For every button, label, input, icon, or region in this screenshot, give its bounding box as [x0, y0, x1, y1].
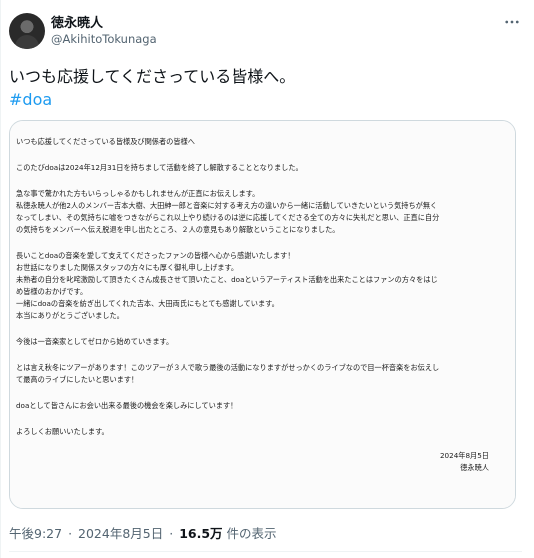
- document-line: 私徳永暁人が他2人のメンバー吉本大樹、大田紳一郎と音楽に対する考え方の違いから一…: [16, 201, 438, 210]
- author-handle[interactable]: @AkihitoTokunaga: [51, 32, 157, 46]
- tweet-time[interactable]: 午後9:27: [9, 526, 62, 541]
- tweet-text: いつも応援してくださっている皆様へ。: [9, 67, 296, 86]
- attached-image[interactable]: いつも応援してくださっている皆様及び関係者の皆様へ このたびdoaは2024年1…: [9, 120, 516, 509]
- meta-separator: ·: [169, 526, 174, 541]
- document-line: 長いことdoaの音楽を愛して支えてくださったファンの皆様へ心から感謝いたします！: [16, 251, 295, 260]
- hashtag-link[interactable]: #doa: [9, 89, 52, 111]
- document-line: て最高のライブにしたいと思います！: [16, 375, 139, 384]
- document-line: 未熟者の自分を叱咤激励して頂きたくさん成長させて頂いたこと、doaというアーティ…: [16, 275, 438, 284]
- document-line: よろしくお願いいたします。: [16, 427, 109, 436]
- document-line: 本当にありがとうございました。: [16, 311, 124, 320]
- tweet-meta: 午後9:27 · 2024年8月5日 · 16.5万 件の表示: [9, 523, 277, 542]
- author-name[interactable]: 徳永暁人: [51, 12, 103, 31]
- document-line: 今後は一音楽家としてゼロから始めていきます。: [16, 337, 174, 346]
- document-line: なってしまい、その気持ちに嘘をつきながらこれ以上やり続けるのは逆に応援してくださ…: [16, 213, 440, 222]
- document-line: 急な事で驚かれた方もいらっしゃるかもしれませんが正直にお伝えします。: [16, 189, 260, 198]
- divider: [9, 551, 522, 552]
- document-line: お世話になりました関係スタッフの方々にも厚く御礼申し上げます。: [16, 263, 239, 272]
- timeline-left-border: [0, 0, 1, 558]
- more-dots-icon: [505, 20, 519, 24]
- statement-document: いつも応援してくださっている皆様及び関係者の皆様へ このたびdoaは2024年1…: [10, 121, 515, 508]
- views-label: 件の表示: [226, 526, 277, 541]
- tweet-date[interactable]: 2024年8月5日: [78, 526, 163, 541]
- document-signature: 徳永暁人: [460, 463, 489, 472]
- document-line: とは言え秋冬にツアーがあります！このツアーが３人で歌う最後の活動になりますがせっ…: [16, 363, 440, 372]
- document-line: め皆様のおかげです。: [16, 287, 88, 296]
- document-line: の気持ちをメンバーへ伝え脱退を申し出たところ、２人の意見もあり解散ということにな…: [16, 225, 340, 234]
- document-line: doaとして皆さんにお会い出来る最後の機会を楽しみにしています！: [16, 401, 238, 410]
- meta-separator: ·: [68, 526, 73, 541]
- more-options-button[interactable]: [502, 12, 522, 32]
- document-line: 一緒にdoaの音楽を紡ぎ出してくれた吉本、大田両氏にもとても感謝しています。: [16, 299, 279, 308]
- views-count[interactable]: 16.5万: [179, 526, 222, 541]
- document-line: いつも応援してくださっている皆様及び関係者の皆様へ: [16, 137, 195, 146]
- avatar[interactable]: [9, 13, 45, 49]
- document-date: 2024年8月5日: [439, 451, 489, 460]
- document-line: このたびdoaは2024年12月31日を持ちまして活動を終了し解散することとなり…: [16, 163, 303, 172]
